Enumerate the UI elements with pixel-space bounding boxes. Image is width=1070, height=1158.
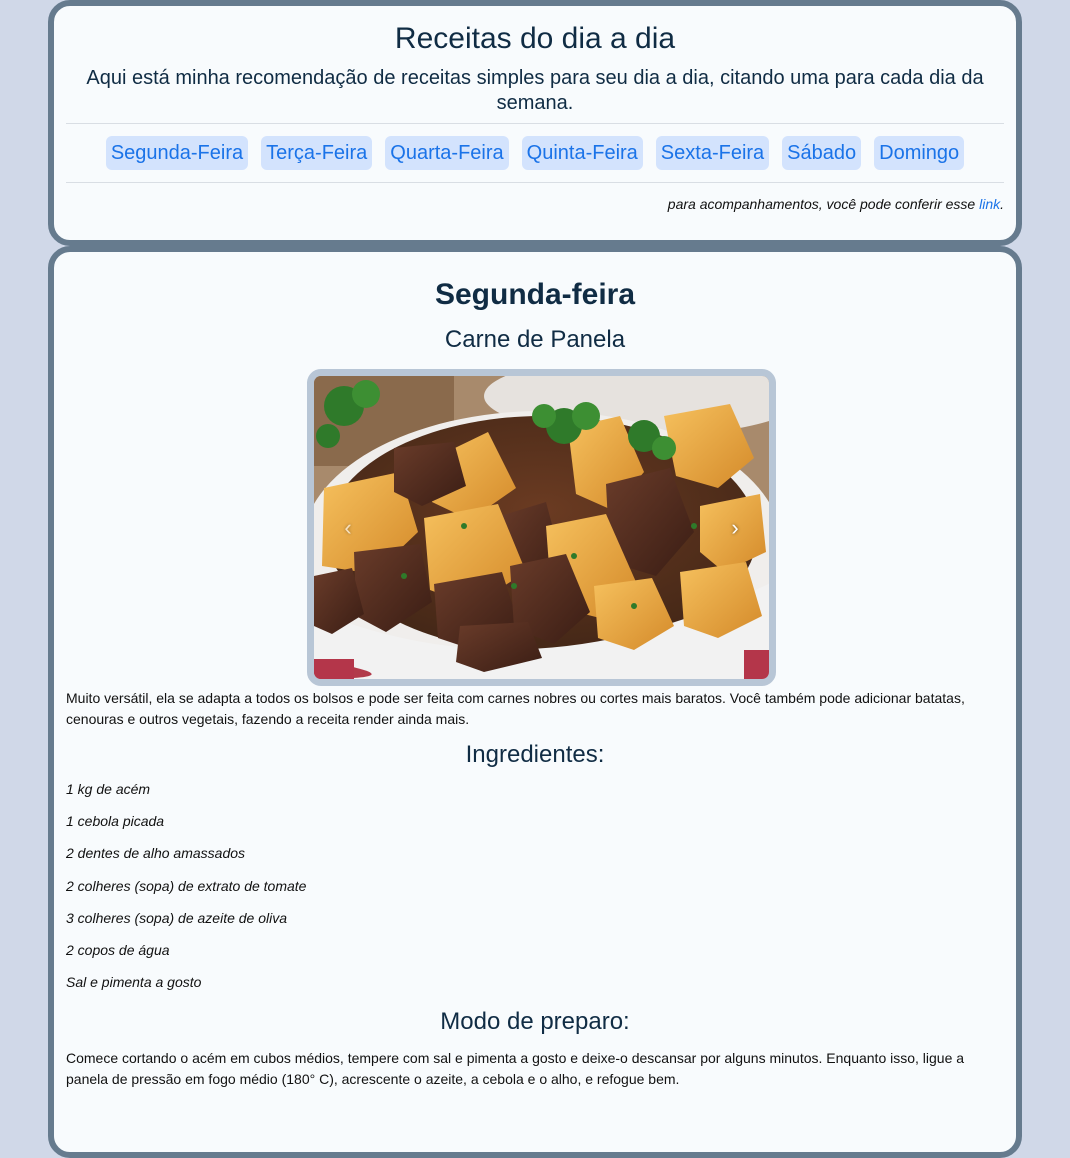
- day-title: Segunda-feira: [434, 278, 636, 311]
- header-card: Receitas do dia a dia Aqui está minha re…: [48, 0, 1022, 246]
- ingredient-item: 2 copos de água: [66, 941, 170, 958]
- recipe-name: Carne de Panela: [444, 326, 626, 353]
- side-note-end: .: [1000, 196, 1004, 212]
- recipe-photo: [314, 376, 769, 679]
- nav-link-sexta[interactable]: Sexta-Feira: [655, 136, 770, 170]
- chevron-right-icon: ›: [731, 515, 739, 540]
- ingredient-item: 3 colheres (sopa) de azeite de oliva: [66, 909, 288, 926]
- prep-text: Comece cortando o acém em cubos médios, …: [66, 1050, 965, 1087]
- divider: [66, 123, 1004, 124]
- nav-link-sabado[interactable]: Sábado: [782, 136, 862, 170]
- weekday-nav: Segunda-Feira Terça-Feira Quarta-Feira Q…: [54, 136, 1016, 170]
- site-subtitle: Aqui está minha recomendação de receitas…: [86, 67, 984, 114]
- ingredients-list: 1 kg de acém 1 cebola picada 2 dentes de…: [66, 780, 306, 1005]
- prep-heading: Modo de preparo:: [440, 1008, 630, 1035]
- recipe-photo-carousel: ‹ ›: [307, 369, 776, 686]
- nav-link-terca[interactable]: Terça-Feira: [261, 136, 373, 170]
- ingredient-item: 1 cebola picada: [66, 813, 165, 830]
- carousel-next-button[interactable]: ›: [725, 516, 745, 540]
- nav-link-quarta[interactable]: Quarta-Feira: [385, 136, 509, 170]
- ingredient-item: 2 colheres (sopa) de extrato de tomate: [66, 877, 307, 894]
- side-note-link[interactable]: link: [979, 196, 1000, 212]
- divider: [66, 182, 1004, 183]
- nav-link-domingo[interactable]: Domingo: [874, 136, 965, 170]
- ingredient-item: Sal e pimenta a gosto: [66, 974, 202, 991]
- ingredient-item: 1 kg de acém: [66, 781, 151, 797]
- carousel-prev-button[interactable]: ‹: [338, 516, 358, 540]
- site-title: Receitas do dia a dia: [394, 22, 676, 55]
- nav-link-quinta[interactable]: Quinta-Feira: [521, 136, 643, 170]
- side-note: para acompanhamentos, você pode conferir…: [668, 196, 1004, 212]
- nav-link-segunda[interactable]: Segunda-Feira: [105, 136, 249, 170]
- chevron-left-icon: ‹: [344, 515, 352, 540]
- ingredients-heading: Ingredientes:: [465, 741, 605, 768]
- recipe-intro: Muito versátil, ela se adapta a todos os…: [66, 690, 965, 727]
- recipe-card: Segunda-feira Carne de Panela ‹ › Muito …: [48, 246, 1022, 1158]
- ingredient-item: 2 dentes de alho amassados: [66, 845, 246, 862]
- side-note-text: para acompanhamentos, você pode conferir…: [667, 196, 980, 212]
